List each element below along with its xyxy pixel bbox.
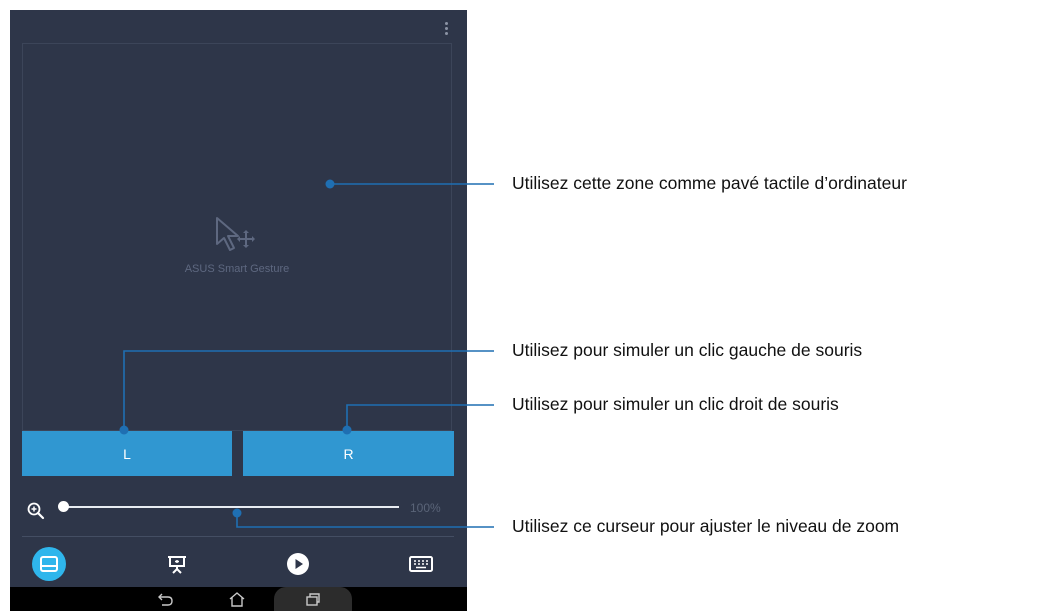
touchpad-icon	[40, 556, 58, 572]
divider	[22, 536, 454, 537]
callout-right-click: Utilisez pour simuler un clic droit de s…	[512, 394, 839, 414]
cursor-move-icon	[216, 217, 255, 251]
callout-left-click: Utilisez pour simuler un clic gauche de …	[512, 340, 863, 360]
system-navigation-bar	[10, 587, 467, 611]
recents-button[interactable]	[274, 587, 352, 611]
back-icon	[158, 593, 173, 606]
home-icon	[229, 592, 245, 607]
home-button[interactable]	[222, 587, 252, 611]
right-click-button[interactable]: R	[243, 431, 454, 476]
nav-presentation-button[interactable]	[160, 547, 194, 581]
keyboard-icon	[409, 556, 433, 572]
nav-touchpad-button[interactable]	[32, 547, 66, 581]
zoom-value: 100%	[410, 501, 441, 515]
back-button[interactable]	[150, 587, 180, 611]
callout-zoom: Utilisez ce curseur pour ajuster le nive…	[512, 516, 900, 536]
smart-gesture-app: ASUS Smart Gesture L R 100%	[10, 10, 467, 611]
touchpad-area[interactable]: ASUS Smart Gesture	[22, 43, 452, 431]
zoom-slider-thumb[interactable]	[58, 501, 69, 512]
nav-media-button[interactable]	[281, 547, 315, 581]
overflow-menu-icon[interactable]	[441, 22, 451, 38]
nav-keyboard-button[interactable]	[404, 547, 438, 581]
recents-icon	[306, 593, 320, 606]
play-icon	[287, 553, 309, 575]
zoom-in-icon	[27, 502, 45, 520]
left-click-button[interactable]: L	[22, 431, 232, 476]
callout-touchpad: Utilisez cette zone comme pavé tactile d…	[512, 173, 907, 193]
touchpad-label: ASUS Smart Gesture	[184, 263, 290, 275]
zoom-slider-track[interactable]	[61, 506, 399, 508]
presentation-icon	[168, 556, 186, 574]
